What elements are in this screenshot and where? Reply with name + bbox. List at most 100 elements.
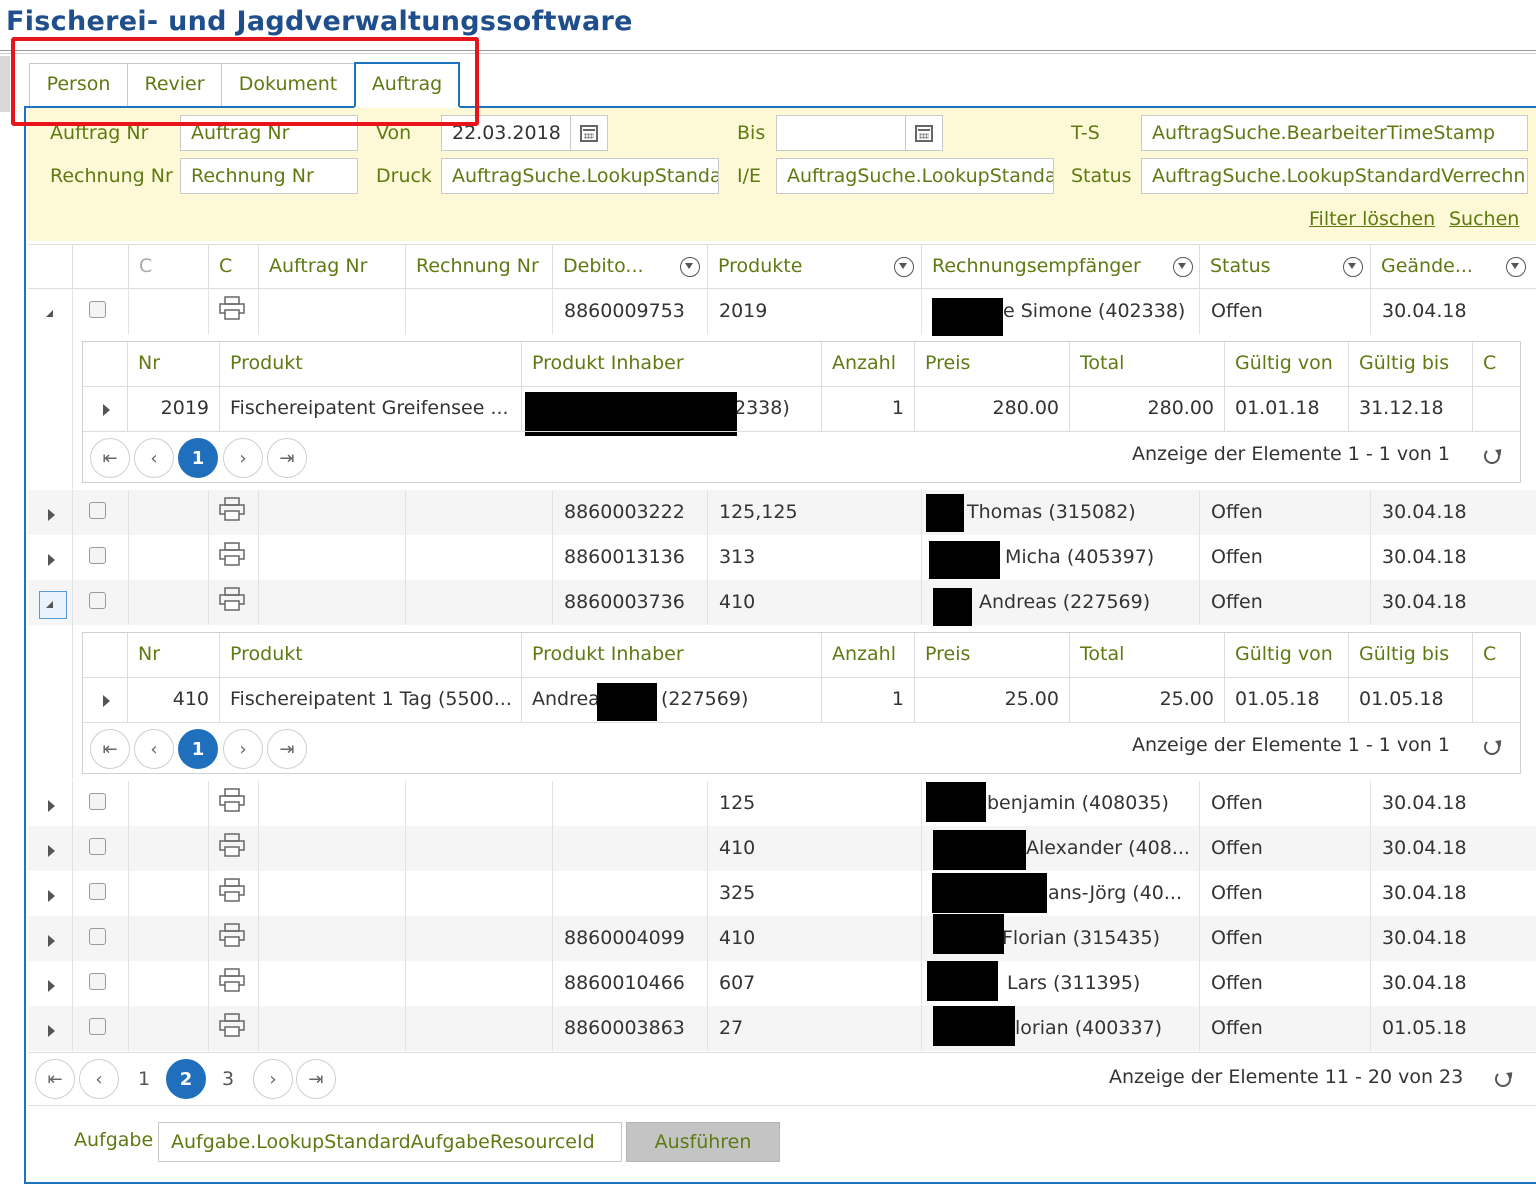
printer-icon[interactable] — [219, 788, 245, 812]
expand-row-icon[interactable] — [48, 800, 55, 812]
header-produkte[interactable]: Produkte — [707, 244, 921, 289]
expand-row-icon[interactable] — [48, 980, 55, 992]
tab-person[interactable]: Person — [29, 63, 128, 107]
prev-page-icon[interactable]: ‹ — [134, 729, 174, 769]
detail-header-c[interactable]: C — [1472, 342, 1520, 386]
detail-header-gueltig-bis[interactable]: Gültig bis — [1348, 633, 1472, 677]
first-page-icon[interactable]: ⇤ — [90, 729, 130, 769]
expand-row-icon[interactable] — [103, 404, 110, 416]
detail-header-c[interactable]: C — [1472, 633, 1520, 677]
printer-icon[interactable] — [219, 1013, 245, 1037]
table-row[interactable]: 125 benjamin (408035) Offen 30.04.18 — [28, 781, 1536, 826]
next-page-icon[interactable]: › — [223, 729, 263, 769]
detail-header-nr[interactable]: Nr — [127, 633, 219, 677]
detail-header-gueltig-bis[interactable]: Gültig bis — [1348, 342, 1472, 386]
von-date-input[interactable]: 22.03.2018 — [441, 115, 571, 151]
last-page-icon[interactable]: ⇥ — [296, 1059, 336, 1099]
expand-row-icon[interactable] — [48, 554, 55, 566]
clear-filter-link[interactable]: Filter löschen — [1309, 208, 1435, 230]
detail-header-produkt[interactable]: Produkt — [219, 342, 521, 386]
column-filter-icon[interactable] — [1173, 257, 1193, 277]
detail-header-total[interactable]: Total — [1069, 342, 1224, 386]
execute-button[interactable]: Ausführen — [626, 1122, 780, 1162]
table-row[interactable]: 8860003863 27 lorian (400337) Offen 01.0… — [28, 1006, 1536, 1051]
expand-row-icon[interactable] — [48, 845, 55, 857]
von-calendar-button[interactable] — [570, 115, 608, 151]
detail-header-gueltig-von[interactable]: Gültig von — [1224, 633, 1348, 677]
last-page-icon[interactable]: ⇥ — [267, 729, 307, 769]
row-checkbox[interactable] — [89, 838, 106, 855]
page-button[interactable]: 3 — [222, 1068, 234, 1090]
row-checkbox[interactable] — [89, 502, 106, 519]
header-rechnung-nr[interactable]: Rechnung Nr — [405, 244, 552, 289]
aufgabe-select[interactable]: Aufgabe.LookupStandardAufgabeResourceId — [158, 1122, 622, 1162]
printer-icon[interactable] — [219, 542, 245, 566]
expand-row-icon[interactable] — [48, 890, 55, 902]
table-row[interactable]: 410 Alexander (408... Offen 30.04.18 — [28, 826, 1536, 871]
table-row[interactable]: 8860013136 313 Micha (405397) Offen 30.0… — [28, 535, 1536, 580]
row-checkbox[interactable] — [89, 592, 106, 609]
expand-row-icon[interactable] — [48, 1025, 55, 1037]
printer-icon[interactable] — [219, 923, 245, 947]
refresh-icon[interactable] — [1484, 739, 1500, 755]
druck-select[interactable]: AuftragSuche.LookupStandardDruck — [441, 158, 719, 194]
detail-header-anzahl[interactable]: Anzahl — [821, 342, 914, 386]
header-auftrag-nr[interactable]: Auftrag Nr — [258, 244, 405, 289]
tab-dokument[interactable]: Dokument — [221, 63, 355, 107]
detail-header-preis[interactable]: Preis — [914, 342, 1069, 386]
table-row[interactable]: 8860010466 607 Lars (311395) Offen 30.04… — [28, 961, 1536, 1006]
refresh-icon[interactable] — [1484, 448, 1500, 464]
column-filter-icon[interactable] — [1506, 257, 1526, 277]
expand-row-icon[interactable] — [48, 509, 55, 521]
auftrag-nr-input[interactable]: Auftrag Nr — [180, 115, 358, 151]
bis-calendar-button[interactable] — [905, 115, 943, 151]
printer-icon[interactable] — [219, 587, 245, 611]
detail-header-preis[interactable]: Preis — [914, 633, 1069, 677]
tab-auftrag[interactable]: Auftrag — [354, 62, 460, 108]
search-link[interactable]: Suchen — [1449, 208, 1519, 230]
status-filter-select[interactable]: AuftragSuche.LookupStandardVerrechnung — [1141, 158, 1528, 194]
rechnung-nr-input[interactable]: Rechnung Nr — [180, 158, 358, 194]
detail-header-gueltig-von[interactable]: Gültig von — [1224, 342, 1348, 386]
last-page-icon[interactable]: ⇥ — [267, 438, 307, 478]
printer-icon[interactable] — [219, 497, 245, 521]
ie-select[interactable]: AuftragSuche.LookupStandardIE — [776, 158, 1054, 194]
ts-input[interactable]: AuftragSuche.BearbeiterTimeStamp — [1141, 115, 1528, 151]
table-row[interactable]: 8860003736 410 Andreas (227569) Offen 30… — [28, 580, 1536, 626]
detail-header-anzahl[interactable]: Anzahl — [821, 633, 914, 677]
row-checkbox[interactable] — [89, 547, 106, 564]
table-row[interactable]: 325 ans-Jörg (40... Offen 30.04.18 — [28, 871, 1536, 916]
detail-header-nr[interactable]: Nr — [127, 342, 219, 386]
printer-icon[interactable] — [219, 833, 245, 857]
next-page-icon[interactable]: › — [223, 438, 263, 478]
page-button[interactable]: 1 — [138, 1068, 150, 1090]
first-page-icon[interactable]: ⇤ — [35, 1059, 75, 1099]
printer-icon[interactable] — [219, 968, 245, 992]
page-button-current[interactable]: 1 — [178, 729, 218, 769]
table-row[interactable]: 8860004099 410 Florian (315435) Offen 30… — [28, 914, 1536, 961]
row-checkbox[interactable] — [89, 301, 106, 318]
row-checkbox[interactable] — [89, 928, 106, 945]
bis-date-input[interactable] — [776, 115, 906, 151]
page-button-current[interactable]: 2 — [166, 1059, 206, 1099]
collapse-row-icon[interactable] — [46, 601, 53, 608]
printer-icon[interactable] — [219, 296, 245, 320]
printer-icon[interactable] — [219, 878, 245, 902]
first-page-icon[interactable]: ⇤ — [90, 438, 130, 478]
column-filter-icon[interactable] — [1343, 257, 1363, 277]
detail-header-total[interactable]: Total — [1069, 633, 1224, 677]
row-checkbox[interactable] — [89, 883, 106, 900]
table-row[interactable]: 8860009753 2019 e Simone (402338) Offen … — [28, 289, 1536, 336]
detail-header-produkt[interactable]: Produkt — [219, 633, 521, 677]
detail-header-inhaber[interactable]: Produkt Inhaber — [521, 342, 821, 386]
prev-page-icon[interactable]: ‹ — [134, 438, 174, 478]
next-page-icon[interactable]: › — [253, 1059, 293, 1099]
expand-row-icon[interactable] — [103, 695, 110, 707]
row-checkbox[interactable] — [89, 973, 106, 990]
column-filter-icon[interactable] — [680, 257, 700, 277]
detail-header-inhaber[interactable]: Produkt Inhaber — [521, 633, 821, 677]
table-row[interactable]: 8860003222 125,125 Thomas (315082) Offen… — [28, 490, 1536, 535]
row-checkbox[interactable] — [89, 1018, 106, 1035]
collapse-row-icon[interactable] — [46, 310, 53, 317]
header-rechnungsempfaenger[interactable]: Rechnungsempfänger — [921, 244, 1199, 289]
